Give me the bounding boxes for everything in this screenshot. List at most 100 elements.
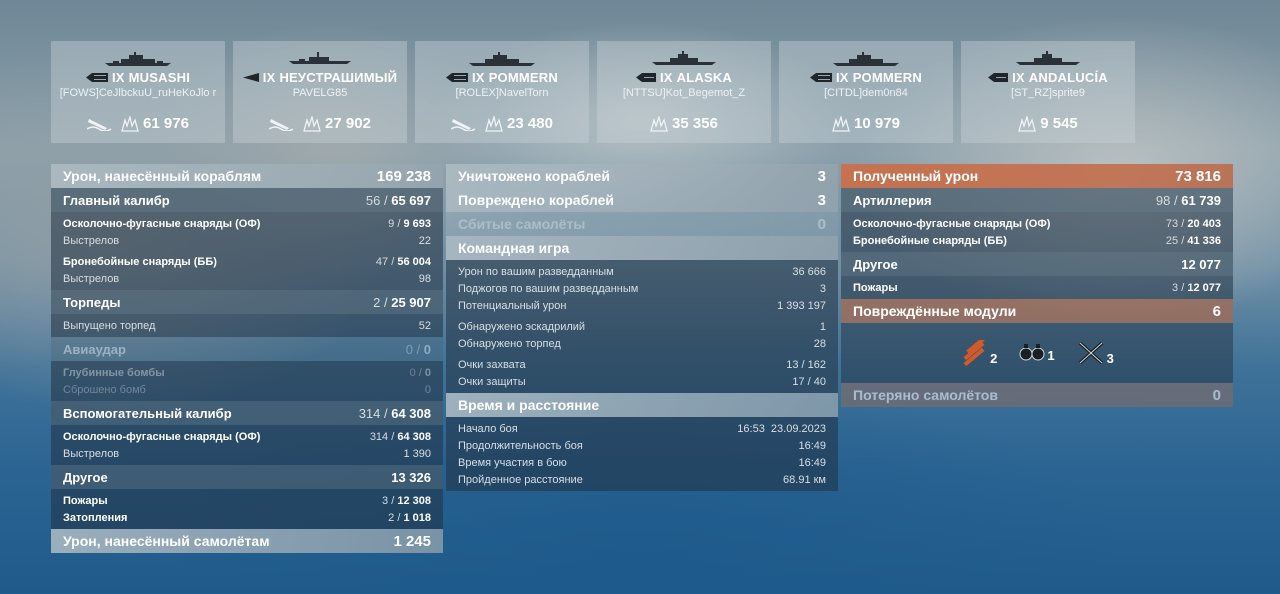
damage-to-planes-header[interactable]: Урон, нанесённый самолётам 1 245 bbox=[51, 529, 443, 553]
player-name: [NTTSU]Kot_Begemot_Z bbox=[622, 87, 746, 99]
battleship-class-icon bbox=[446, 73, 468, 82]
planes-shot-header: Сбитые самолёты 0 bbox=[446, 212, 838, 236]
player-name: PAVELG85 bbox=[292, 87, 348, 99]
depth-charges-row: Глубинные бомбы 0 / 0 bbox=[63, 366, 431, 379]
ship-damage: 10 979 bbox=[854, 115, 900, 132]
player-name: [ROLEX]NavelTorn bbox=[455, 87, 549, 99]
mb-he-shots-row: Выстрелов 22 bbox=[63, 234, 431, 247]
destroyer-class-icon bbox=[242, 73, 259, 82]
time-distance-header[interactable]: Время и расстояние bbox=[446, 393, 838, 417]
battle-results-panel: Уничтожено кораблей 3 Повреждено корабле… bbox=[446, 164, 838, 491]
bombs-dropped-row: Сброшено бомб 0 bbox=[63, 383, 431, 396]
cruiser-silhouette-icon bbox=[1016, 51, 1080, 65]
battle-start-row: Начало боя 16:53 23.09.2023 bbox=[458, 422, 826, 435]
player-name: [CITDL]dem0n84 bbox=[824, 87, 908, 99]
torps-launched-row: Выпущено торпед 52 bbox=[63, 319, 431, 332]
other-damage-header[interactable]: Другое 13 326 bbox=[51, 465, 443, 489]
player-name: [ST_RZ]sprite9 bbox=[1011, 87, 1085, 99]
art-he-row: Осколочно-фугасные снаряды (ОФ) 73 / 20 … bbox=[853, 217, 1221, 230]
ship-tier: IX bbox=[1012, 70, 1025, 85]
other-received-header[interactable]: Другое 12 077 bbox=[841, 252, 1233, 276]
torpedoes-header[interactable]: Торпеды 2 / 25 907 bbox=[51, 290, 443, 314]
damage-burst-icon bbox=[1018, 115, 1037, 132]
ship-name: ANDALUCÍA bbox=[1028, 70, 1108, 85]
received-fires-row: Пожары 3 / 12 077 bbox=[853, 281, 1221, 294]
damage-burst-icon bbox=[650, 115, 668, 132]
battle-duration-row: Продолжительность боя 16:49 bbox=[458, 439, 826, 452]
cruiser-silhouette-icon bbox=[652, 51, 716, 65]
torpedo-hit-icon bbox=[87, 118, 112, 131]
ship-tier: IX bbox=[472, 70, 485, 85]
battleship-silhouette-icon bbox=[833, 52, 899, 66]
ship-card[interactable]: IX MUSASHI [FOWS]CeJlbckuU_ruHeKoJlo r 6… bbox=[51, 41, 225, 143]
destroyer-silhouette-icon bbox=[289, 52, 351, 64]
ship-damage: 35 356 bbox=[672, 115, 718, 132]
module-item: 3 bbox=[1077, 340, 1114, 366]
mb-he-row: Осколочно-фугасные снаряды (ОФ) 9 / 9 69… bbox=[63, 217, 431, 230]
module-item: 1 bbox=[1019, 343, 1055, 363]
mb-ap-shots-row: Выстрелов 98 bbox=[63, 272, 431, 285]
mb-ap-row: Бронебойные снаряды (ББ) 47 / 56 004 bbox=[63, 255, 431, 268]
planes-lost-header: Потеряно самолётов 0 bbox=[841, 383, 1233, 407]
guns-module-icon bbox=[963, 340, 986, 366]
fires-row: Пожары 3 / 12 308 bbox=[63, 494, 431, 507]
damaged-modules-header[interactable]: Повреждённые модули 6 bbox=[841, 299, 1233, 323]
torpedo-hit-icon bbox=[269, 118, 294, 131]
airstrike-header: Авиаудар 0 / 0 bbox=[51, 337, 443, 361]
floods-row: Затопления 2 / 1 018 bbox=[63, 511, 431, 524]
ship-card[interactable]: IX POMMERN [CITDL]dem0n84 10 979 bbox=[779, 41, 953, 143]
steering-module-icon bbox=[1078, 341, 1103, 365]
ship-damage: 61 976 bbox=[143, 115, 189, 132]
ship-tier: IX bbox=[836, 70, 849, 85]
sec-shots-row: Выстрелов 1 390 bbox=[63, 447, 431, 460]
other-received-details: Пожары 3 / 12 077 bbox=[841, 276, 1233, 299]
torpedo-hit-icon bbox=[451, 118, 476, 131]
ship-card[interactable]: IX НЕУСТРАШИМЫЙ PAVELG85 27 902 bbox=[233, 41, 407, 143]
team-play-header[interactable]: Командная игра bbox=[446, 236, 838, 260]
ship-name: POMMERN bbox=[852, 70, 922, 85]
ship-tier: IX bbox=[111, 70, 125, 85]
ship-tier: IX bbox=[262, 70, 276, 85]
ship-card[interactable]: IX ANDALUCÍA [ST_RZ]sprite9 9 545 bbox=[961, 41, 1135, 143]
ship-damage: 23 480 bbox=[507, 115, 553, 132]
damaged-modules-list: 2 1 3 bbox=[841, 323, 1233, 383]
received-damage-header[interactable]: Полученный урон 73 816 bbox=[841, 164, 1233, 188]
secondary-details: Осколочно-фугасные снаряды (ОФ) 314 / 64… bbox=[51, 425, 443, 465]
main-battery-header[interactable]: Главный калибр 56 / 65 697 bbox=[51, 188, 443, 212]
player-name: [FOWS]CeJlbckuU_ruHeKoJlo r bbox=[59, 87, 217, 99]
damage-burst-icon bbox=[121, 115, 139, 132]
ship-name: POMMERN bbox=[488, 70, 558, 85]
participation-time-row: Время участия в бою 16:49 bbox=[458, 456, 826, 469]
secondary-header[interactable]: Вспомогательный калибр 314 / 64 308 bbox=[51, 401, 443, 425]
distance-row: Пройденное расстояние 68.91 км bbox=[458, 473, 826, 486]
art-ap-row: Бронебойные снаряды (ББ) 25 / 41 336 bbox=[853, 234, 1221, 247]
ship-tier: IX bbox=[659, 70, 673, 85]
destroyed-ships-header[interactable]: Уничтожено кораблей 3 bbox=[446, 164, 838, 188]
ship-damage: 9 545 bbox=[1040, 115, 1078, 132]
ship-card[interactable]: IX POMMERN [ROLEX]NavelTorn 23 480 bbox=[415, 41, 589, 143]
capture-points-row: Очки захвата 13 / 162 bbox=[458, 358, 826, 371]
artillery-details: Осколочно-фугасные снаряды (ОФ) 73 / 20 … bbox=[841, 212, 1233, 252]
main-battery-details: Осколочно-фугасные снаряды (ОФ) 9 / 9 69… bbox=[51, 212, 443, 290]
defense-points-row: Очки защиты 17 / 40 bbox=[458, 375, 826, 388]
damage-to-ships-header[interactable]: Урон, нанесённый кораблям 169 238 bbox=[51, 164, 443, 188]
damage-burst-icon bbox=[832, 115, 850, 132]
artillery-header[interactable]: Артиллерия 98 / 61 739 bbox=[841, 188, 1233, 212]
torpedoes-details: Выпущено торпед 52 bbox=[51, 314, 443, 337]
module-item: 2 bbox=[960, 340, 997, 366]
battleship-class-icon bbox=[85, 73, 108, 82]
damage-received-panel: Полученный урон 73 816 Артиллерия 98 / 6… bbox=[841, 164, 1233, 407]
ship-name: MUSASHI bbox=[128, 70, 191, 85]
damage-burst-icon bbox=[485, 115, 503, 132]
ship-name: ALASKA bbox=[676, 70, 733, 85]
torps-spotted-row: Обнаружено торпед 28 bbox=[458, 337, 826, 350]
other-damage-details: Пожары 3 / 12 308 Затопления 2 / 1 018 bbox=[51, 489, 443, 529]
ship-name: НЕУСТРАШИМЫЙ bbox=[279, 70, 398, 85]
ship-damage: 27 902 bbox=[325, 115, 371, 132]
damaged-ships-header[interactable]: Повреждено кораблей 3 bbox=[446, 188, 838, 212]
airstrike-details: Глубинные бомбы 0 / 0 Сброшено бомб 0 bbox=[51, 361, 443, 401]
ship-card[interactable]: IX ALASKA [NTTSU]Kot_Begemot_Z 35 356 bbox=[597, 41, 771, 143]
damage-burst-icon bbox=[303, 115, 321, 132]
cruiser-class-icon bbox=[635, 73, 656, 82]
spot-fires-row: Поджогов по вашим разведданным 3 bbox=[458, 282, 826, 295]
